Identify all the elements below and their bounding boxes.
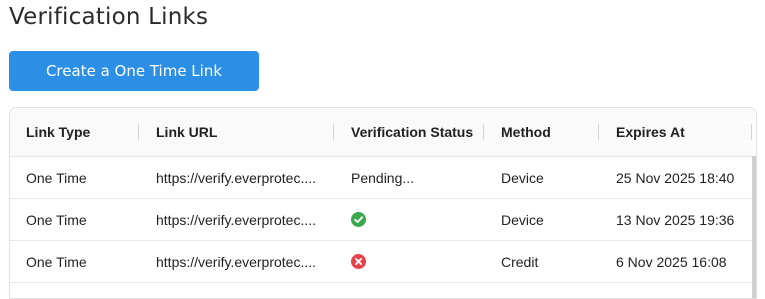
column-header-link-type[interactable]: Link Type [26, 108, 90, 156]
page-title: Verification Links [9, 4, 209, 30]
table-row[interactable]: One Time https://verify.everprotec.... P… [10, 157, 754, 199]
cell-expires-at: 13 Nov 2025 19:36 [616, 211, 735, 228]
cell-method: Device [501, 211, 544, 228]
table-header: Link Type Link URL Verification Status M… [10, 108, 754, 157]
column-header-verification-status[interactable]: Verification Status [351, 108, 473, 156]
column-divider [333, 124, 334, 140]
cell-status [351, 199, 366, 240]
x-circle-icon [351, 254, 366, 269]
table-scrollbar[interactable] [752, 156, 756, 298]
verification-links-table: Link Type Link URL Verification Status M… [9, 107, 757, 299]
cell-status-text: Pending... [351, 169, 415, 186]
cell-link-type: One Time [26, 253, 87, 270]
cell-link-type: One Time [26, 169, 87, 186]
column-divider [598, 124, 599, 140]
column-header-link-url[interactable]: Link URL [156, 108, 217, 156]
table-row[interactable]: One Time https://verify.everprotec.... C… [10, 241, 754, 283]
check-circle-icon [351, 212, 366, 227]
column-header-method[interactable]: Method [501, 108, 551, 156]
cell-status [351, 241, 366, 282]
cell-method: Device [501, 169, 544, 186]
create-one-time-link-button[interactable]: Create a One Time Link [9, 51, 259, 91]
column-divider [483, 124, 484, 140]
cell-expires-at: 6 Nov 2025 16:08 [616, 253, 727, 270]
cell-link-url[interactable]: https://verify.everprotec.... [156, 157, 316, 198]
cell-link-url[interactable]: https://verify.everprotec.... [156, 241, 316, 282]
cell-link-type: One Time [26, 211, 87, 228]
column-header-expires-at[interactable]: Expires At [616, 108, 685, 156]
cell-expires-at: 25 Nov 2025 18:40 [616, 169, 735, 186]
cell-method: Credit [501, 253, 539, 270]
table-row[interactable]: One Time https://verify.everprotec.... D… [10, 199, 754, 241]
cell-link-url[interactable]: https://verify.everprotec.... [156, 199, 316, 240]
column-divider [138, 124, 139, 140]
column-divider [751, 124, 752, 140]
